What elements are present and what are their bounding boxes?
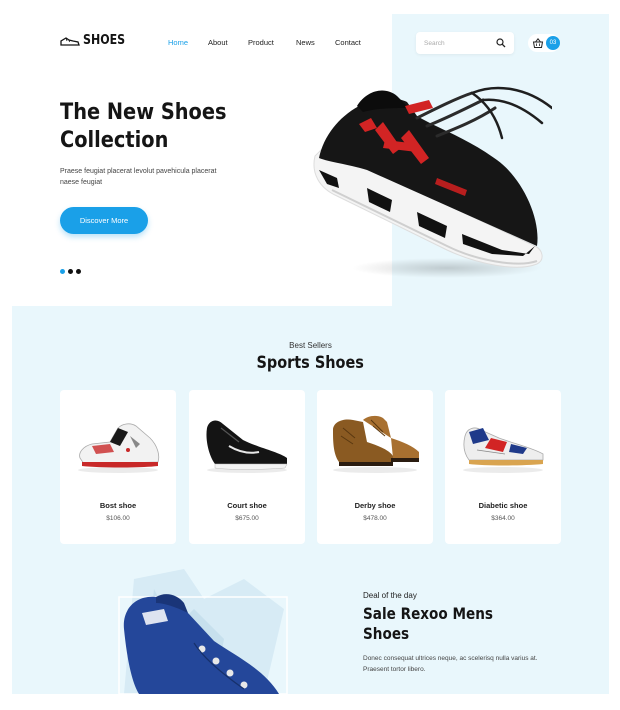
slider-dots — [60, 269, 81, 274]
search-input[interactable] — [424, 32, 494, 54]
product-card-bost-shoe[interactable]: Bost shoe $106.00 — [60, 390, 176, 544]
product-price: $106.00 — [106, 515, 130, 522]
cart-button[interactable]: 03 — [528, 34, 560, 52]
product-price: $478.00 — [363, 515, 387, 522]
product-name: Diabetic shoe — [478, 501, 528, 510]
sneaker-white-red-icon — [78, 423, 160, 473]
discover-more-button[interactable]: Discover More — [60, 207, 148, 234]
deal-title: Sale Rexoo Mens Shoes — [363, 604, 494, 643]
product-price: $364.00 — [491, 515, 515, 522]
boots-brown-icon — [333, 415, 419, 473]
slider-dot-3[interactable] — [76, 269, 81, 274]
product-name: Derby shoe — [354, 501, 396, 510]
page: SHOES Home About Product News Contact 03 — [0, 0, 620, 710]
basket-icon — [532, 37, 544, 48]
search-box — [416, 32, 514, 54]
best-sellers-title-text: Sports Shoes — [256, 353, 365, 373]
landing-page: SHOES Home About Product News Contact 03 — [12, 14, 609, 694]
search-icon[interactable] — [496, 38, 506, 48]
product-name: Bost shoe — [99, 501, 137, 510]
slider-dot-2[interactable] — [68, 269, 73, 274]
best-sellers-subtitle: Best Sellers — [289, 341, 332, 350]
logo[interactable]: SHOES — [60, 33, 133, 48]
product-price: $675.00 — [235, 515, 259, 522]
product-card-diabetic-shoe[interactable]: Diabetic shoe $364.00 — [445, 390, 561, 544]
nav-home[interactable]: Home — [168, 38, 188, 47]
hero-shoe-image — [313, 86, 552, 278]
logo-text: SHOES — [83, 33, 126, 48]
product-card-derby-shoe[interactable]: Derby shoe $478.00 — [317, 390, 433, 544]
hero-title: The New Shoes Collection — [60, 100, 227, 153]
product-card-court-shoe[interactable]: Court shoe $675.00 — [189, 390, 305, 544]
deal-subtitle: Deal of the day — [363, 591, 417, 600]
deal-shoe-image — [64, 569, 326, 694]
nav-product[interactable]: Product — [248, 38, 274, 47]
sneaker-black-icon — [206, 420, 288, 473]
best-sellers-title: Sports Shoes — [12, 353, 609, 373]
sneaker-blue-red-icon — [463, 427, 544, 473]
slider-dot-1[interactable] — [60, 269, 65, 274]
nav-news[interactable]: News — [296, 38, 315, 47]
shoe-logo-icon — [60, 36, 80, 46]
nav-about[interactable]: About — [208, 38, 228, 47]
deal-description: Donec consequat ultrices neque, ac scele… — [363, 655, 538, 673]
cart-count-badge: 03 — [546, 36, 560, 50]
hero-description: Praese feugiat placerat levolut pavehicu… — [60, 168, 217, 186]
nav-contact[interactable]: Contact — [335, 38, 361, 47]
product-name: Court shoe — [227, 501, 267, 510]
